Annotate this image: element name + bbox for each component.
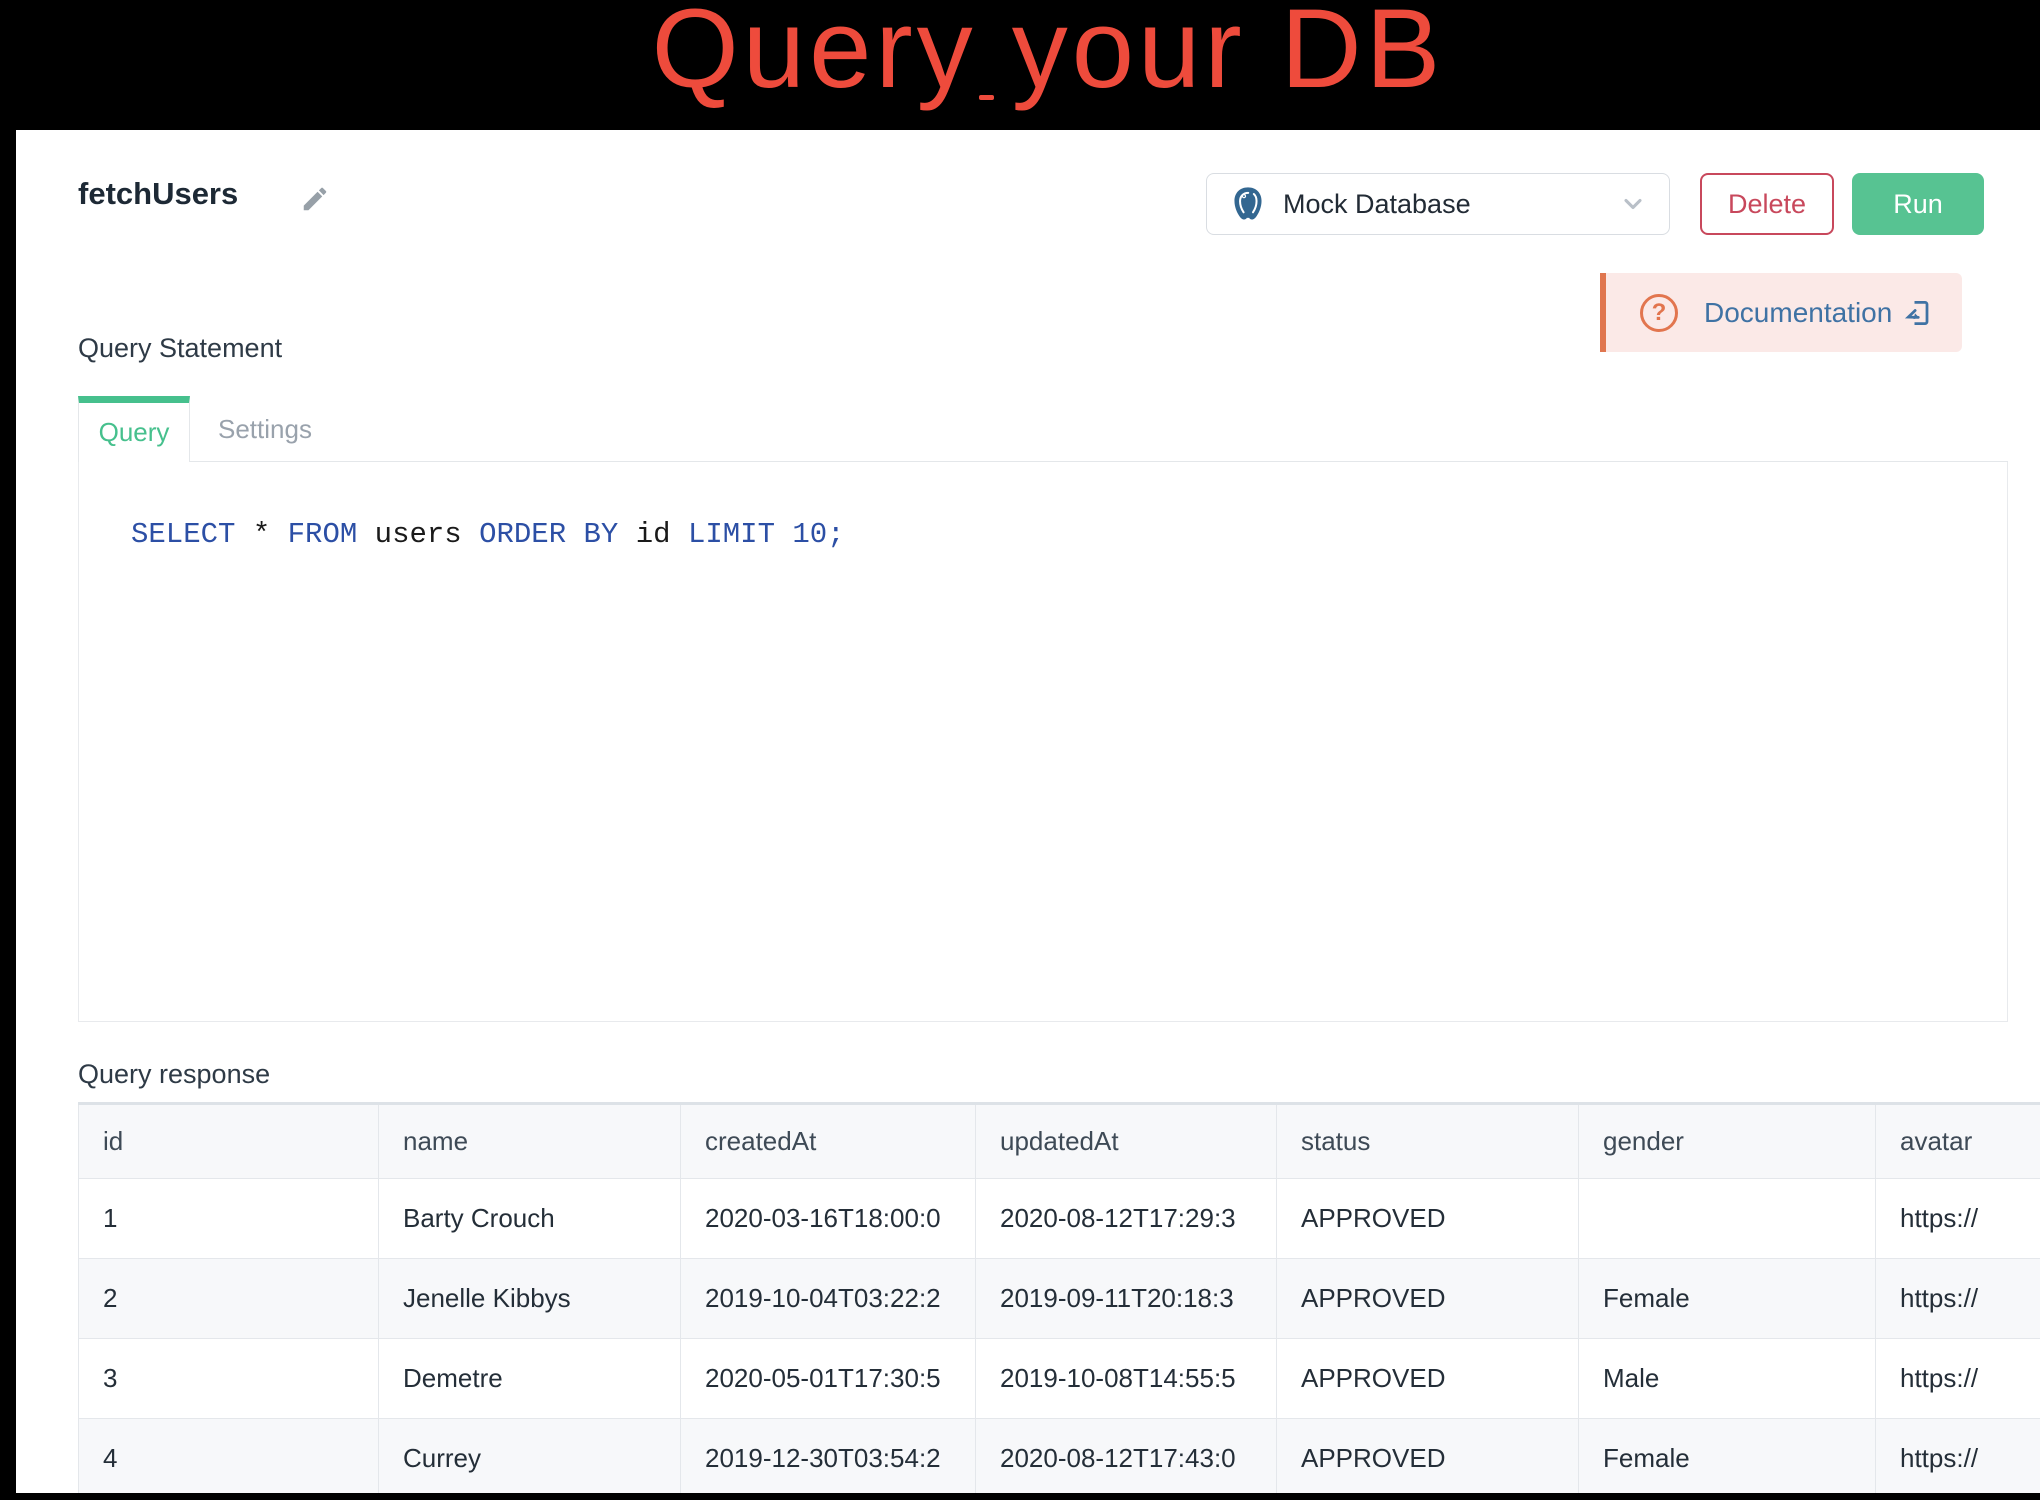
delete-button[interactable]: Delete bbox=[1700, 173, 1834, 235]
query-response-label: Query response bbox=[78, 1058, 270, 1090]
table-cell: 3 bbox=[79, 1339, 379, 1419]
sql-token: id bbox=[618, 518, 688, 551]
cursor-artifact bbox=[979, 95, 994, 100]
tab-settings[interactable]: Settings bbox=[190, 396, 336, 462]
sql-statement: SELECT * FROM users ORDER BY id LIMIT 10… bbox=[131, 516, 845, 554]
table-cell: Female bbox=[1579, 1259, 1876, 1339]
table-cell: APPROVED bbox=[1277, 1259, 1579, 1339]
query-name: fetchUsers bbox=[78, 174, 238, 214]
header-cell-gender: gender bbox=[1579, 1104, 1876, 1179]
header-cell-updatedAt: updatedAt bbox=[976, 1104, 1277, 1179]
table-cell bbox=[1579, 1179, 1876, 1259]
table-cell: https:// bbox=[1876, 1259, 2040, 1339]
query-panel: fetchUsers Mock Database Delete Run ? bbox=[16, 130, 2040, 1493]
database-selector-value: Mock Database bbox=[1283, 189, 1619, 220]
chevron-down-icon bbox=[1619, 190, 1647, 218]
table-cell: 2019-10-08T14:55:5 bbox=[976, 1339, 1277, 1419]
sql-token: * bbox=[235, 518, 287, 551]
sql-token: ORDER BY bbox=[479, 518, 618, 551]
table-row: 4 Currey 2019-12-30T03:54:2 2020-08-12T1… bbox=[79, 1419, 2040, 1494]
results-table: id name createdAt updatedAt status gende… bbox=[78, 1102, 2040, 1493]
table-cell: https:// bbox=[1876, 1419, 2040, 1494]
table-row: 1 Barty Crouch 2020-03-16T18:00:0 2020-0… bbox=[79, 1179, 2040, 1259]
header-cell-id: id bbox=[79, 1104, 379, 1179]
table-cell: APPROVED bbox=[1277, 1419, 1579, 1494]
table-cell: 2019-12-30T03:54:2 bbox=[681, 1419, 976, 1494]
table-cell: 2019-10-04T03:22:2 bbox=[681, 1259, 976, 1339]
documentation-label: Documentation bbox=[1704, 297, 1892, 329]
documentation-link[interactable]: ? Documentation bbox=[1606, 273, 1962, 352]
tab-query[interactable]: Query bbox=[78, 396, 190, 462]
top-banner: Query your DB bbox=[0, 0, 2040, 130]
table-cell: Male bbox=[1579, 1339, 1876, 1419]
page-title: Query your DB bbox=[28, 0, 2040, 110]
sql-token: 10; bbox=[792, 518, 844, 551]
table-cell: Barty Crouch bbox=[379, 1179, 681, 1259]
table-cell: 2020-03-16T18:00:0 bbox=[681, 1179, 976, 1259]
sql-token: users bbox=[357, 518, 479, 551]
table-cell: Currey bbox=[379, 1419, 681, 1494]
header-cell-status: status bbox=[1277, 1104, 1579, 1179]
table-cell: 2019-09-11T20:18:3 bbox=[976, 1259, 1277, 1339]
table-cell: https:// bbox=[1876, 1339, 2040, 1419]
sql-token: FROM bbox=[288, 518, 358, 551]
table-cell: 2020-08-12T17:29:3 bbox=[976, 1179, 1277, 1259]
sql-token: LIMIT bbox=[688, 518, 775, 551]
postgresql-icon bbox=[1229, 185, 1267, 223]
table-cell: 2 bbox=[79, 1259, 379, 1339]
table-row: 2 Jenelle Kibbys 2019-10-04T03:22:2 2019… bbox=[79, 1259, 2040, 1339]
app-root: Query your DB fetchUsers Mock Database D… bbox=[0, 0, 2040, 1500]
header-cell-avatar: avatar bbox=[1876, 1104, 2040, 1179]
table-cell: https:// bbox=[1876, 1179, 2040, 1259]
table-cell: 1 bbox=[79, 1179, 379, 1259]
table-cell: Demetre bbox=[379, 1339, 681, 1419]
run-button[interactable]: Run bbox=[1852, 173, 1984, 235]
query-response-table: id name createdAt updatedAt status gende… bbox=[78, 1102, 2040, 1493]
table-cell: APPROVED bbox=[1277, 1179, 1579, 1259]
sql-token bbox=[775, 518, 792, 551]
help-icon: ? bbox=[1640, 294, 1678, 332]
table-cell: Jenelle Kibbys bbox=[379, 1259, 681, 1339]
header-cell-name: name bbox=[379, 1104, 681, 1179]
table-header-row: id name createdAt updatedAt status gende… bbox=[79, 1104, 2040, 1179]
sql-token: SELECT bbox=[131, 518, 235, 551]
help-glyph: ? bbox=[1652, 299, 1667, 327]
table-cell: 2020-08-12T17:43:0 bbox=[976, 1419, 1277, 1494]
external-doc-icon bbox=[1902, 298, 1932, 328]
database-selector[interactable]: Mock Database bbox=[1206, 173, 1670, 235]
sql-editor[interactable]: SELECT * FROM users ORDER BY id LIMIT 10… bbox=[78, 462, 2008, 1022]
header-cell-createdAt: createdAt bbox=[681, 1104, 976, 1179]
edit-name-button[interactable] bbox=[300, 184, 330, 214]
table-cell: APPROVED bbox=[1277, 1339, 1579, 1419]
table-cell: 2020-05-01T17:30:5 bbox=[681, 1339, 976, 1419]
pencil-icon bbox=[300, 184, 330, 214]
table-row: 3 Demetre 2020-05-01T17:30:5 2019-10-08T… bbox=[79, 1339, 2040, 1419]
query-statement-label: Query Statement bbox=[78, 332, 282, 364]
table-cell: 4 bbox=[79, 1419, 379, 1494]
table-cell: Female bbox=[1579, 1419, 1876, 1494]
